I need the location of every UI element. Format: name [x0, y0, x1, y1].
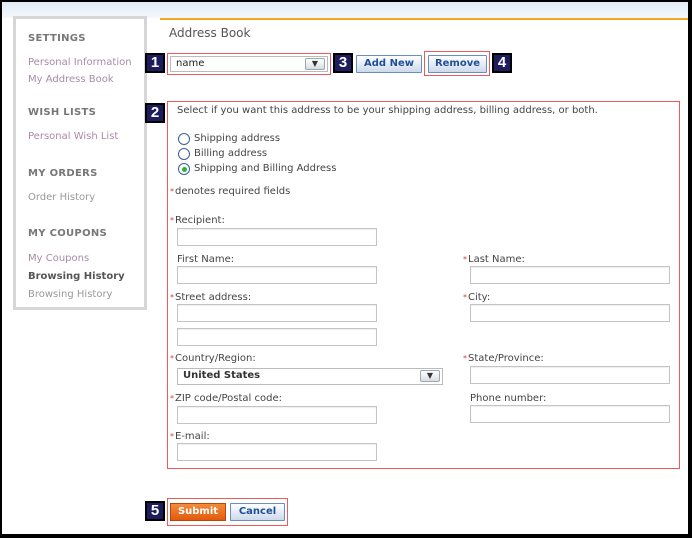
radio-label-billing: Billing address	[194, 148, 268, 159]
callout-badge-5: 5	[145, 501, 165, 521]
first-name-input[interactable]	[177, 266, 377, 284]
sidebar-item-my-address-book[interactable]: My Address Book	[28, 74, 114, 85]
callout-badge-1: 1	[145, 53, 165, 73]
sidebar: SETTINGS Personal Information My Address…	[13, 16, 147, 310]
sidebar-item-browsing-history[interactable]: Browsing History	[28, 289, 112, 300]
required-asterisk-icon: *	[463, 354, 467, 363]
sidebar-item-personal-wish-list[interactable]: Personal Wish List	[28, 131, 118, 142]
submit-button[interactable]: Submit	[170, 503, 226, 521]
street-address-label-text: Street address:	[175, 292, 252, 303]
address-select[interactable]: name ▼	[170, 56, 328, 72]
zip-label: *ZIP code/Postal code:	[170, 393, 282, 404]
city-input[interactable]	[470, 304, 670, 322]
required-asterisk-icon: *	[170, 187, 174, 196]
chevron-down-icon[interactable]: ▼	[305, 58, 325, 70]
email-label-text: E-mail:	[175, 431, 210, 442]
cancel-button[interactable]: Cancel	[230, 503, 285, 521]
sidebar-item-order-history[interactable]: Order History	[28, 192, 95, 203]
sidebar-heading-my-coupons: MY COUPONS	[28, 228, 108, 239]
country-select-value: United States	[183, 370, 261, 381]
address-type-instruction: Select if you want this address to be yo…	[177, 105, 598, 116]
add-new-button[interactable]: Add New	[356, 55, 422, 73]
city-label-text: City:	[468, 292, 491, 303]
street-address-input-2[interactable]	[177, 328, 377, 346]
phone-input[interactable]	[470, 405, 670, 423]
city-label: *City:	[463, 292, 490, 303]
callout-badge-4: 4	[492, 53, 512, 73]
address-select-value: name	[176, 58, 205, 69]
radio-shipping-and-billing[interactable]	[178, 163, 190, 175]
sidebar-item-my-coupons[interactable]: My Coupons	[28, 253, 89, 264]
radio-label-shipping: Shipping address	[194, 133, 281, 144]
state-input[interactable]	[470, 366, 670, 384]
accent-divider	[160, 18, 688, 20]
last-name-label: *Last Name:	[463, 254, 525, 265]
callout-badge-2: 2	[145, 103, 165, 123]
required-note: *denotes required fields	[170, 186, 290, 197]
state-label: *State/Province:	[463, 353, 544, 364]
zip-label-text: ZIP code/Postal code:	[175, 393, 282, 404]
sidebar-item-browsing-history-active[interactable]: Browsing History	[28, 271, 125, 282]
email-label: *E-mail:	[170, 431, 210, 442]
callout-badge-3: 3	[333, 53, 353, 73]
state-label-text: State/Province:	[468, 353, 544, 364]
country-label-text: Country/Region:	[175, 353, 256, 364]
app-window: SETTINGS Personal Information My Address…	[2, 2, 688, 534]
sidebar-heading-wish-lists: WISH LISTS	[28, 107, 97, 118]
recipient-input[interactable]	[177, 228, 377, 246]
page-title: Address Book	[169, 26, 251, 40]
sidebar-heading-settings: SETTINGS	[28, 33, 86, 44]
required-asterisk-icon: *	[170, 293, 174, 302]
required-asterisk-icon: *	[170, 216, 174, 225]
required-asterisk-icon: *	[170, 432, 174, 441]
radio-shipping-address[interactable]	[178, 133, 190, 145]
country-select[interactable]: United States ▼	[177, 368, 443, 385]
street-address-input-1[interactable]	[177, 304, 377, 322]
recipient-label-text: Recipient:	[175, 215, 225, 226]
required-asterisk-icon: *	[170, 394, 174, 403]
email-input[interactable]	[177, 443, 377, 461]
first-name-label: First Name:	[177, 254, 235, 265]
required-note-text: denotes required fields	[175, 186, 291, 197]
last-name-label-text: Last Name:	[468, 254, 525, 265]
sidebar-item-personal-information[interactable]: Personal Information	[28, 57, 132, 68]
required-asterisk-icon: *	[463, 293, 467, 302]
sidebar-heading-my-orders: MY ORDERS	[28, 168, 98, 179]
required-asterisk-icon: *	[170, 354, 174, 363]
remove-button[interactable]: Remove	[428, 55, 487, 73]
phone-label: Phone number:	[470, 393, 547, 404]
required-asterisk-icon: *	[463, 255, 467, 264]
last-name-input[interactable]	[470, 266, 670, 284]
country-label: *Country/Region:	[170, 353, 256, 364]
zip-input[interactable]	[177, 406, 377, 424]
recipient-label: *Recipient:	[170, 215, 225, 226]
street-address-label: *Street address:	[170, 292, 251, 303]
radio-label-shipping-billing: Shipping and Billing Address	[194, 163, 337, 174]
radio-billing-address[interactable]	[178, 148, 190, 160]
chevron-down-icon[interactable]: ▼	[420, 370, 440, 382]
